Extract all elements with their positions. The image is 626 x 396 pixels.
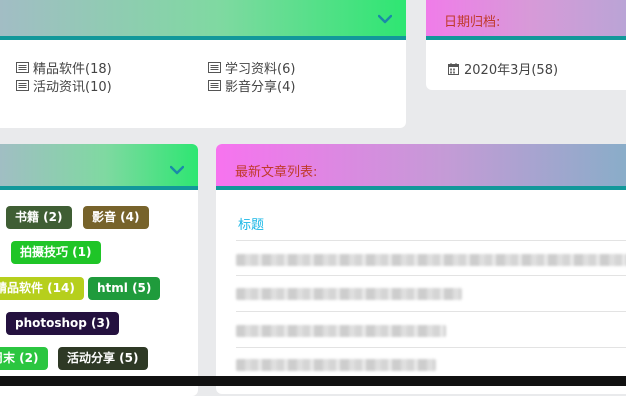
category-item[interactable]: 精品软件(18) [16,58,112,77]
tag-item[interactable]: photoshop (3) [6,312,120,335]
chevron-down-icon[interactable] [378,14,392,24]
category-item[interactable]: 活动资讯(10) [16,76,112,95]
divider [236,275,626,276]
category-item[interactable]: 学习资料(6) [208,58,295,77]
calendar-icon [448,62,459,75]
date-archive-header: 日期归档: [426,0,626,40]
tag-item[interactable]: 精品软件 (14) [0,277,84,300]
blurred-article-row[interactable] [236,288,462,300]
latest-articles-header: 最新文章列表: [216,144,626,190]
document-list-icon [16,80,29,91]
latest-articles-panel: 最新文章列表: 标题 [216,144,626,394]
tag-item[interactable]: 书籍 (2) [6,206,72,229]
divider [236,311,626,312]
column-header-title: 标题 [238,218,265,233]
tag-item[interactable]: 周末 (2) [0,347,48,370]
category-item[interactable]: 影音分享(4) [208,76,295,95]
date-archive-panel: 日期归档: 2020年3月(58) [426,0,626,90]
date-archive-title: 日期归档: [444,15,501,30]
tag-cloud-header [0,144,198,190]
archive-label: 2020年3月(58) [464,63,559,78]
tag-item[interactable]: 拍摄技巧 (1) [11,241,101,264]
category-label: 学习资料(6) [225,62,296,77]
document-list-icon [208,62,221,73]
document-list-icon [16,62,29,73]
category-panel-header [0,0,406,40]
latest-articles-title: 最新文章列表: [235,165,318,180]
blurred-article-row[interactable] [236,254,626,266]
bottom-edge [0,376,626,386]
chevron-down-icon[interactable] [170,165,184,175]
tag-item[interactable]: 活动分享 (5) [58,347,148,370]
tag-item[interactable]: html (5) [88,277,161,300]
category-label: 精品软件(18) [33,62,112,77]
blurred-article-row[interactable] [236,359,436,371]
category-label: 影音分享(4) [225,80,296,95]
divider [236,240,626,241]
document-list-icon [208,80,221,91]
divider [236,347,626,348]
archive-item[interactable]: 2020年3月(58) [448,59,558,78]
category-panel: 精品软件(18) 学习资料(6) 活动资讯(10) 影音分享(4) [0,0,406,128]
blurred-article-row[interactable] [236,325,446,337]
category-label: 活动资讯(10) [33,80,112,95]
tag-item[interactable]: 影音 (4) [83,206,149,229]
tag-cloud-panel: 书籍 (2) 影音 (4) 拍摄技巧 (1) 精品软件 (14) html (5… [0,144,198,396]
